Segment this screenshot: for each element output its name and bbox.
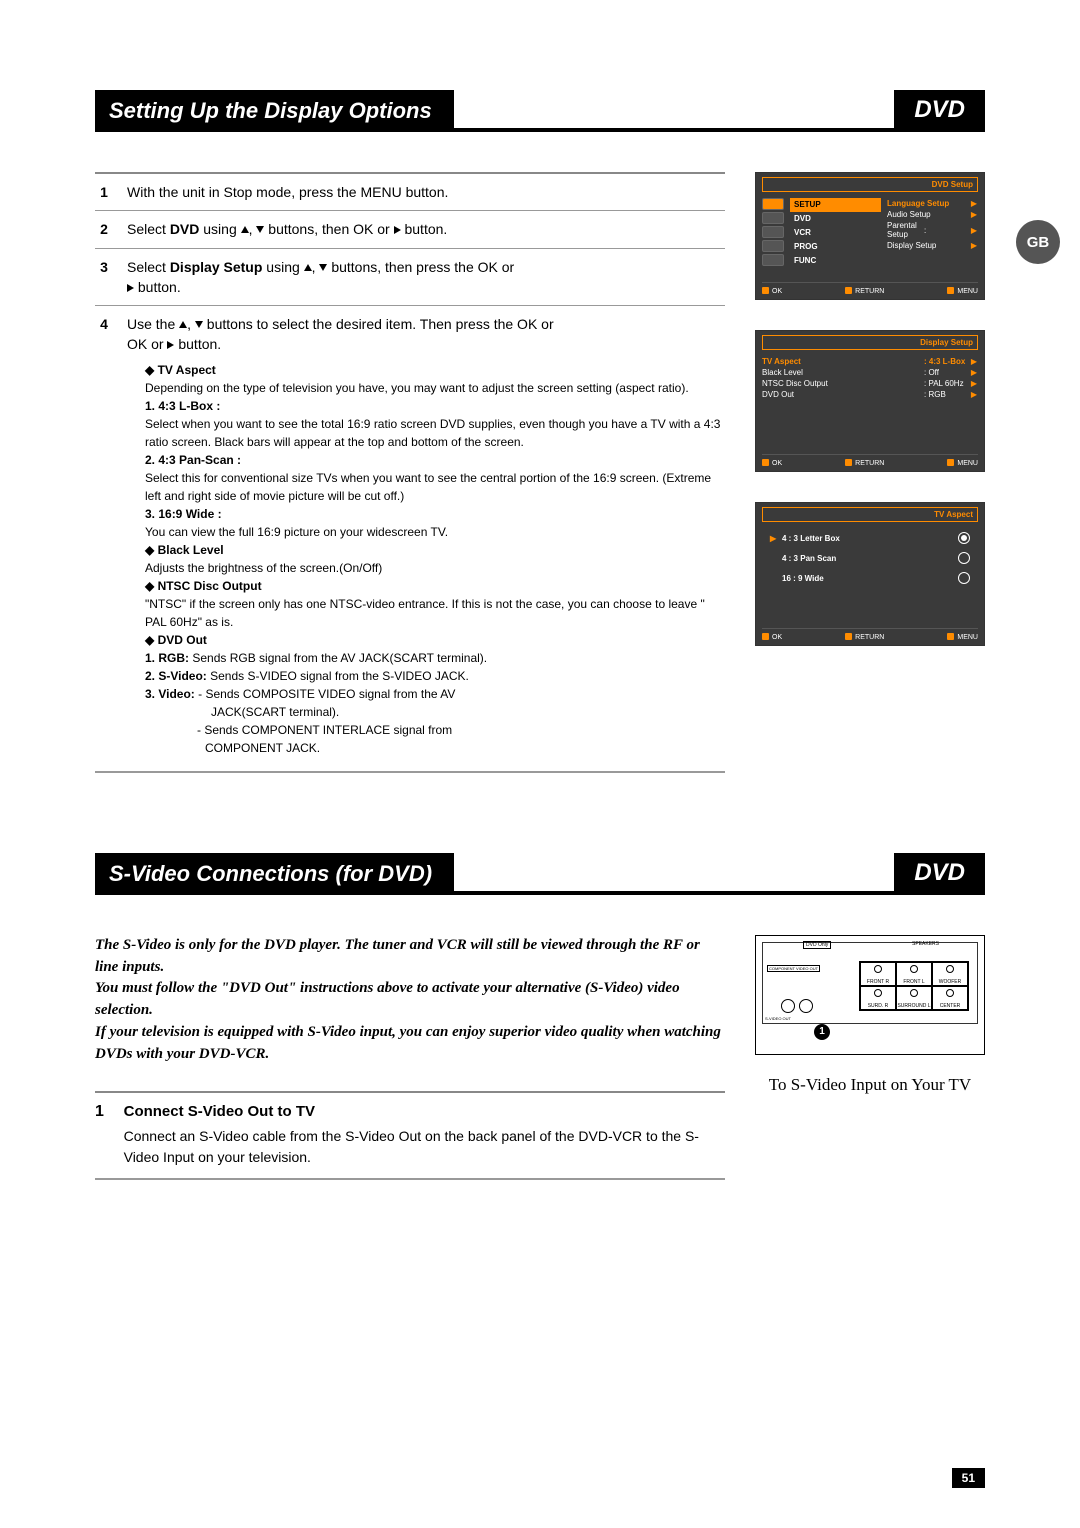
page-number: 51 [952, 1468, 985, 1488]
step-4: 4 Use the , buttons to select the desire… [95, 305, 725, 765]
section-title: Setting Up the Display Options [95, 90, 454, 132]
section-title: S-Video Connections (for DVD) [95, 853, 454, 895]
osd-display-setup: Display Setup TV Aspect: 4:3 L-Box▶ Blac… [755, 330, 985, 472]
up-icon [179, 316, 187, 332]
radio-icon [958, 572, 970, 584]
osd-dvd-setup: DVD Setup SETUP DVD VCR PROG FUNC [755, 172, 985, 300]
rear-panel-diagram: DVD Only COMPONENT VIDEO OUT S-VIDEO OUT… [755, 935, 985, 1055]
section-dvd-badge: DVD [894, 853, 985, 895]
svideo-step-1: 1 Connect S-Video Out to TV Connect an S… [95, 1091, 725, 1180]
divider [95, 771, 725, 773]
right-icon [394, 221, 401, 237]
ntsc-block: ◆ NTSC Disc Output "NTSC" if the screen … [145, 577, 725, 631]
section-dvd-badge: DVD [894, 90, 985, 132]
step-1: 1 With the unit in Stop mode, press the … [95, 172, 725, 210]
osd-tv-aspect: TV Aspect ▶4 : 3 Letter Box 4 : 3 Pan Sc… [755, 502, 985, 646]
radio-icon [958, 532, 970, 544]
down-icon [195, 316, 203, 332]
black-level-block: ◆ Black Level Adjusts the brightness of … [145, 541, 725, 577]
up-icon [304, 259, 312, 275]
section-header-svideo: S-Video Connections (for DVD) DVD [95, 853, 985, 895]
jack-icon [781, 999, 795, 1013]
tv-aspect-block: ◆ TV Aspect Depending on the type of tel… [145, 361, 725, 541]
diagram-caption: To S-Video Input on Your TV [755, 1075, 985, 1095]
gb-badge: GB [1016, 220, 1060, 264]
osd-column: DVD Setup SETUP DVD VCR PROG FUNC [755, 172, 985, 853]
svideo-step-title: Connect S-Video Out to TV [124, 1103, 725, 1120]
osd-tab-icon [762, 212, 784, 224]
osd-tab-icon [762, 226, 784, 238]
dvd-out-block: ◆ DVD Out 1. RGB: Sends RGB signal from … [145, 631, 725, 757]
radio-icon [958, 552, 970, 564]
speakers-box: FRONT R FRONT L WOOFER SURD. R SURROUND … [859, 961, 969, 1011]
osd-tab-icon [762, 254, 784, 266]
callout-1-icon: 1 [814, 1024, 830, 1040]
osd-tab-icon [762, 198, 784, 210]
step-3: 3 Select Display Setup using , buttons, … [95, 248, 725, 306]
osd-tab-icon [762, 240, 784, 252]
up-icon [241, 221, 249, 237]
step-2: 2 Select DVD using , buttons, then OK or… [95, 210, 725, 247]
section-header-display-options: Setting Up the Display Options DVD [95, 90, 985, 132]
steps-column: 1 With the unit in Stop mode, press the … [95, 172, 725, 853]
right-icon [127, 279, 134, 295]
jack-icon [799, 999, 813, 1013]
svideo-intro: The S-Video is only for the DVD player. … [95, 935, 725, 1066]
